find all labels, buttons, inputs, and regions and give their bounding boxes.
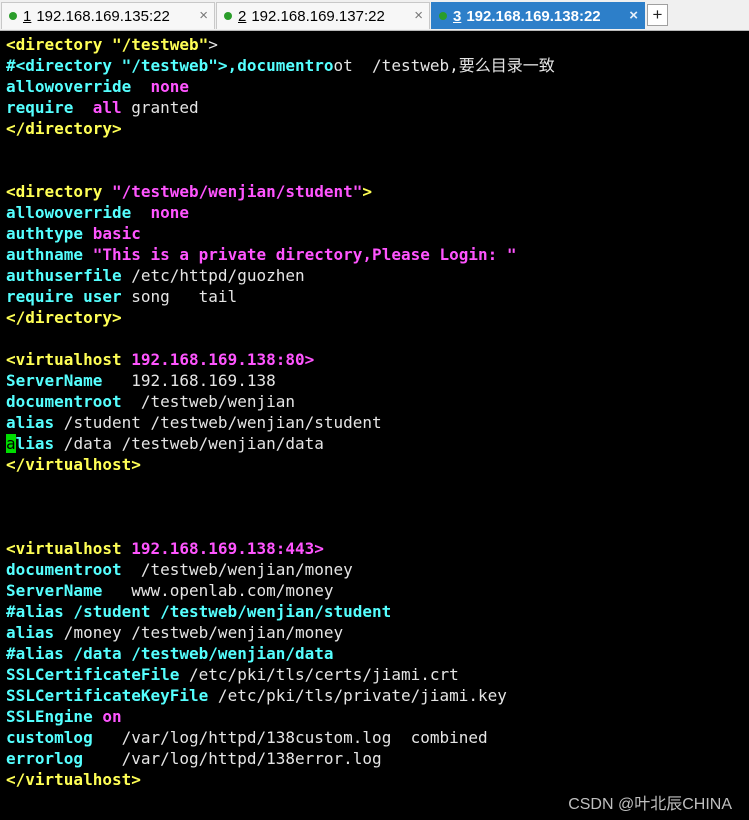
close-tab-icon[interactable]: × [414, 7, 423, 24]
tab-session-3[interactable]: 3 192.168.169.138:22 × [431, 2, 645, 29]
tab-label: 192.168.169.138:22 [466, 7, 601, 25]
tab-number: 2 [238, 7, 247, 25]
terminal-line: #alias /data /testweb/wenjian/data [6, 644, 334, 663]
terminal-line: </virtualhost> [6, 770, 141, 789]
terminal-line: allowoverride none [6, 77, 190, 96]
terminal-line: authname "This is a private directory,Pl… [6, 245, 517, 264]
terminal-line: SSLCertificateFile /etc/pki/tls/certs/ji… [6, 665, 459, 684]
terminal-line: <directory "/testweb"> [6, 35, 218, 54]
tab-number: 1 [23, 7, 32, 25]
terminal-line: <directory "/testweb/wenjian/student"> [6, 182, 373, 201]
terminal-line: require user song tail [6, 287, 238, 306]
terminal-line: alias /student /testweb/wenjian/student [6, 413, 382, 432]
terminal-line: alias /data /testweb/wenjian/data [6, 434, 324, 453]
connected-status-icon [224, 12, 232, 20]
terminal-line: require all granted [6, 98, 199, 117]
connected-status-icon [9, 12, 17, 20]
terminal-line: documentroot /testweb/wenjian [6, 392, 295, 411]
new-tab-button[interactable]: + [647, 4, 668, 26]
terminal-line: #alias /student /testweb/wenjian/student [6, 602, 392, 621]
terminal-line: errorlog /var/log/httpd/138error.log [6, 749, 382, 768]
tab-number: 3 [453, 7, 462, 25]
terminal-line: SSLCertificateKeyFile /etc/pki/tls/priva… [6, 686, 507, 705]
terminal-line: <virtualhost 192.168.169.138:80> [6, 350, 315, 369]
terminal-line: allowoverride none [6, 203, 190, 222]
terminal-line: </virtualhost> [6, 455, 141, 474]
tab-session-2[interactable]: 2 192.168.169.137:22 × [216, 2, 430, 29]
close-tab-icon[interactable]: × [629, 7, 638, 24]
terminal-line: authtype basic [6, 224, 141, 243]
connected-status-icon [439, 12, 447, 20]
terminal-line: SSLEngine on [6, 707, 122, 726]
watermark-text: CSDN @叶北辰CHINA [568, 796, 732, 813]
tab-label: 192.168.169.135:22 [36, 7, 170, 25]
terminal-line: authuserfile /etc/httpd/guozhen [6, 266, 305, 285]
text-cursor: a [6, 434, 16, 453]
terminal-line: ServerName 192.168.169.138 [6, 371, 276, 390]
terminal-line: </directory> [6, 119, 122, 138]
terminal-line: #<directory "/testweb">,documentroot /te… [6, 56, 555, 75]
terminal-line: documentroot /testweb/wenjian/money [6, 560, 353, 579]
close-tab-icon[interactable]: × [199, 7, 208, 24]
terminal-line: </directory> [6, 308, 122, 327]
terminal-line: ServerName www.openlab.com/money [6, 581, 334, 600]
tab-bar: 1 192.168.169.135:22 × 2 192.168.169.137… [0, 0, 749, 31]
tab-session-1[interactable]: 1 192.168.169.135:22 × [1, 2, 215, 29]
tab-label: 192.168.169.137:22 [251, 7, 385, 25]
terminal-line: alias /money /testweb/wenjian/money [6, 623, 344, 642]
terminal-output[interactable]: <directory "/testweb"> #<directory "/test… [6, 34, 749, 790]
terminal-line: customlog /var/log/httpd/138custom.log c… [6, 728, 488, 747]
terminal-line: <virtualhost 192.168.169.138:443> [6, 539, 324, 558]
